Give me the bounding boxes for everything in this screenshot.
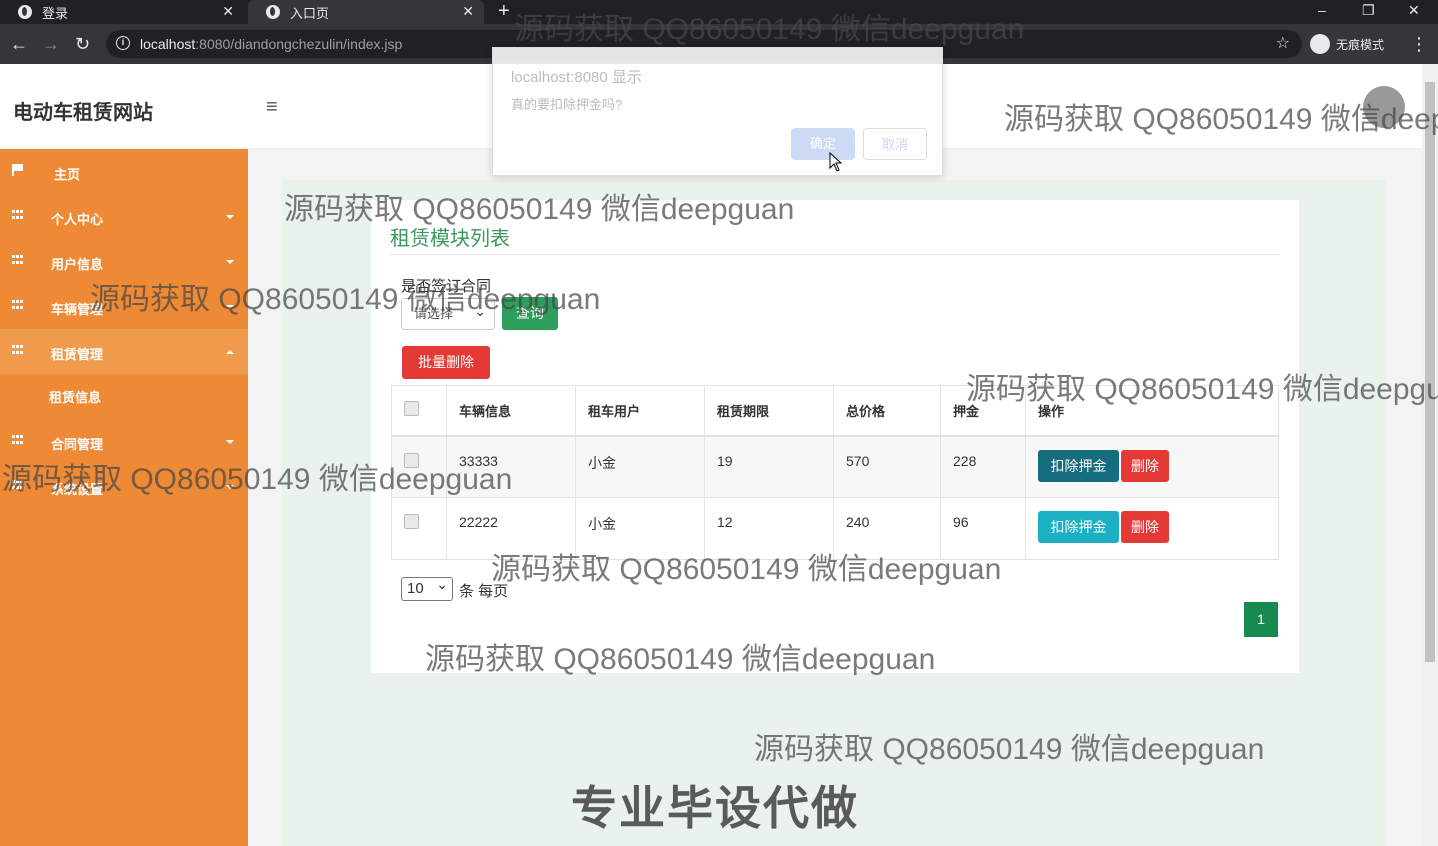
watermark-text: 源码获取 QQ86050149 微信deepguan (1004, 103, 1438, 136)
globe-icon (18, 5, 32, 19)
column-header[interactable]: 租车用户 (575, 385, 705, 437)
bookmark-star-icon[interactable]: ☆ (1276, 33, 1290, 53)
page-number-button[interactable]: 1 (1244, 602, 1278, 637)
page-size-select[interactable]: 10 (401, 573, 453, 601)
grid-icon (12, 210, 25, 221)
site-title: 电动车租赁网站 (13, 102, 153, 124)
select-all-cell (391, 385, 447, 437)
close-tab-icon[interactable]: ✕ (462, 3, 474, 20)
sidebar-item-personal[interactable]: 个人中心 (0, 194, 248, 239)
deduct-deposit-button[interactable]: 扣除押金 (1038, 449, 1119, 482)
tab-label: 登录 (42, 5, 69, 21)
deduct-deposit-button[interactable]: 扣除押金 (1038, 511, 1119, 543)
table-row: 33333 小金 19 570 228 扣除押金 删除 (391, 435, 1279, 498)
caret-up-icon (226, 350, 234, 354)
watermark-text: 源码获取 QQ86050149 微信deepguan (90, 283, 601, 316)
column-header[interactable]: 车辆信息 (446, 385, 576, 437)
confirm-dialog: localhost:8080 显示 真的要扣除押金吗? 确定 取消 (492, 47, 943, 176)
caret-down-icon (226, 260, 234, 264)
close-tab-icon[interactable]: ✕ (222, 3, 234, 20)
restore-button[interactable]: ❐ (1362, 0, 1375, 20)
reload-icon[interactable]: ↻ (75, 32, 90, 56)
sidebar-subitem-rental-info[interactable]: 租赁信息 (49, 387, 101, 406)
browser-tab-entry[interactable]: 入口页 ✕ (248, 0, 484, 24)
watermark-text: 源码获取 QQ86050149 微信deepguan (284, 193, 795, 226)
watermark-text: 源码获取 QQ86050149 微信deepguan (966, 373, 1438, 406)
dialog-origin: localhost:8080 显示 (511, 69, 642, 86)
column-header[interactable]: 总价格 (833, 385, 941, 437)
sidebar-item-home[interactable]: 主页 (0, 149, 248, 194)
term-cell: 19 (704, 435, 834, 498)
dialog-ok-button[interactable]: 确定 (791, 128, 855, 160)
caret-down-icon (226, 440, 234, 444)
rental-list-card: 租赁模块列表 是否签订合同 请选择 查询 批量删除 车辆信息 租车用户 租赁期限… (371, 200, 1299, 673)
globe-icon (266, 5, 280, 19)
tab-label: 入口页 (290, 5, 330, 21)
dialog-message: 真的要扣除押金吗? (511, 97, 623, 112)
watermark-text: 源码获取 QQ86050149 微信deepguan (514, 13, 1025, 46)
menu-toggle-icon[interactable]: ≡ (266, 97, 286, 117)
new-tab-button[interactable]: + (498, 0, 510, 22)
watermark-text: 源码获取 QQ86050149 微信deepguan (425, 643, 936, 676)
site-info-icon[interactable]: i (116, 36, 130, 50)
page-scrollbar[interactable] (1422, 64, 1438, 846)
row-checkbox-cell (391, 497, 447, 560)
flag-icon (12, 164, 25, 176)
grid-icon (12, 435, 25, 446)
delete-button[interactable]: 删除 (1121, 511, 1169, 543)
sidebar-item-rental[interactable]: 租赁管理 (0, 329, 248, 374)
mouse-cursor-icon (829, 152, 843, 172)
actions-cell: 扣除押金 删除 (1025, 435, 1279, 498)
watermark-banner: 专业毕设代做 (571, 782, 859, 834)
batch-delete-button[interactable]: 批量删除 (402, 346, 490, 379)
select-all-checkbox[interactable] (404, 401, 419, 417)
incognito-indicator[interactable]: 无痕模式 (1310, 32, 1384, 56)
forward-arrow-icon[interactable]: → (42, 32, 60, 56)
watermark-text: 源码获取 QQ86050149 微信deepguan (2, 463, 513, 496)
grid-icon (12, 345, 25, 356)
browser-tab-login[interactable]: 登录 ✕ (0, 0, 244, 24)
column-header[interactable]: 租赁期限 (704, 385, 834, 437)
browser-menu-icon[interactable]: ⋮ (1410, 32, 1428, 56)
watermark-text: 源码获取 QQ86050149 微信deepguan (491, 553, 1002, 586)
url-text: localhost:8080/diandongchezulin/index.js… (140, 36, 403, 52)
deposit-cell: 228 (940, 435, 1026, 498)
grid-icon (12, 300, 25, 311)
incognito-icon (1310, 34, 1330, 54)
actions-cell: 扣除押金 删除 (1025, 497, 1279, 560)
row-checkbox[interactable] (404, 514, 419, 529)
minimize-button[interactable]: – (1318, 0, 1326, 20)
caret-down-icon (226, 215, 234, 219)
delete-button[interactable]: 删除 (1121, 449, 1169, 482)
watermark-text: 源码获取 QQ86050149 微信deepguan (754, 733, 1265, 766)
user-cell: 小金 (575, 435, 705, 498)
rental-table: 车辆信息 租车用户 租赁期限 总价格 押金 操作 33333 小金 19 570… (391, 385, 1279, 560)
back-arrow-icon[interactable]: ← (10, 32, 28, 56)
dialog-cancel-button[interactable]: 取消 (863, 128, 927, 160)
divider (390, 254, 1280, 255)
total-cell: 570 (833, 435, 941, 498)
window-close-button[interactable]: ✕ (1408, 0, 1420, 20)
grid-icon (12, 255, 25, 266)
